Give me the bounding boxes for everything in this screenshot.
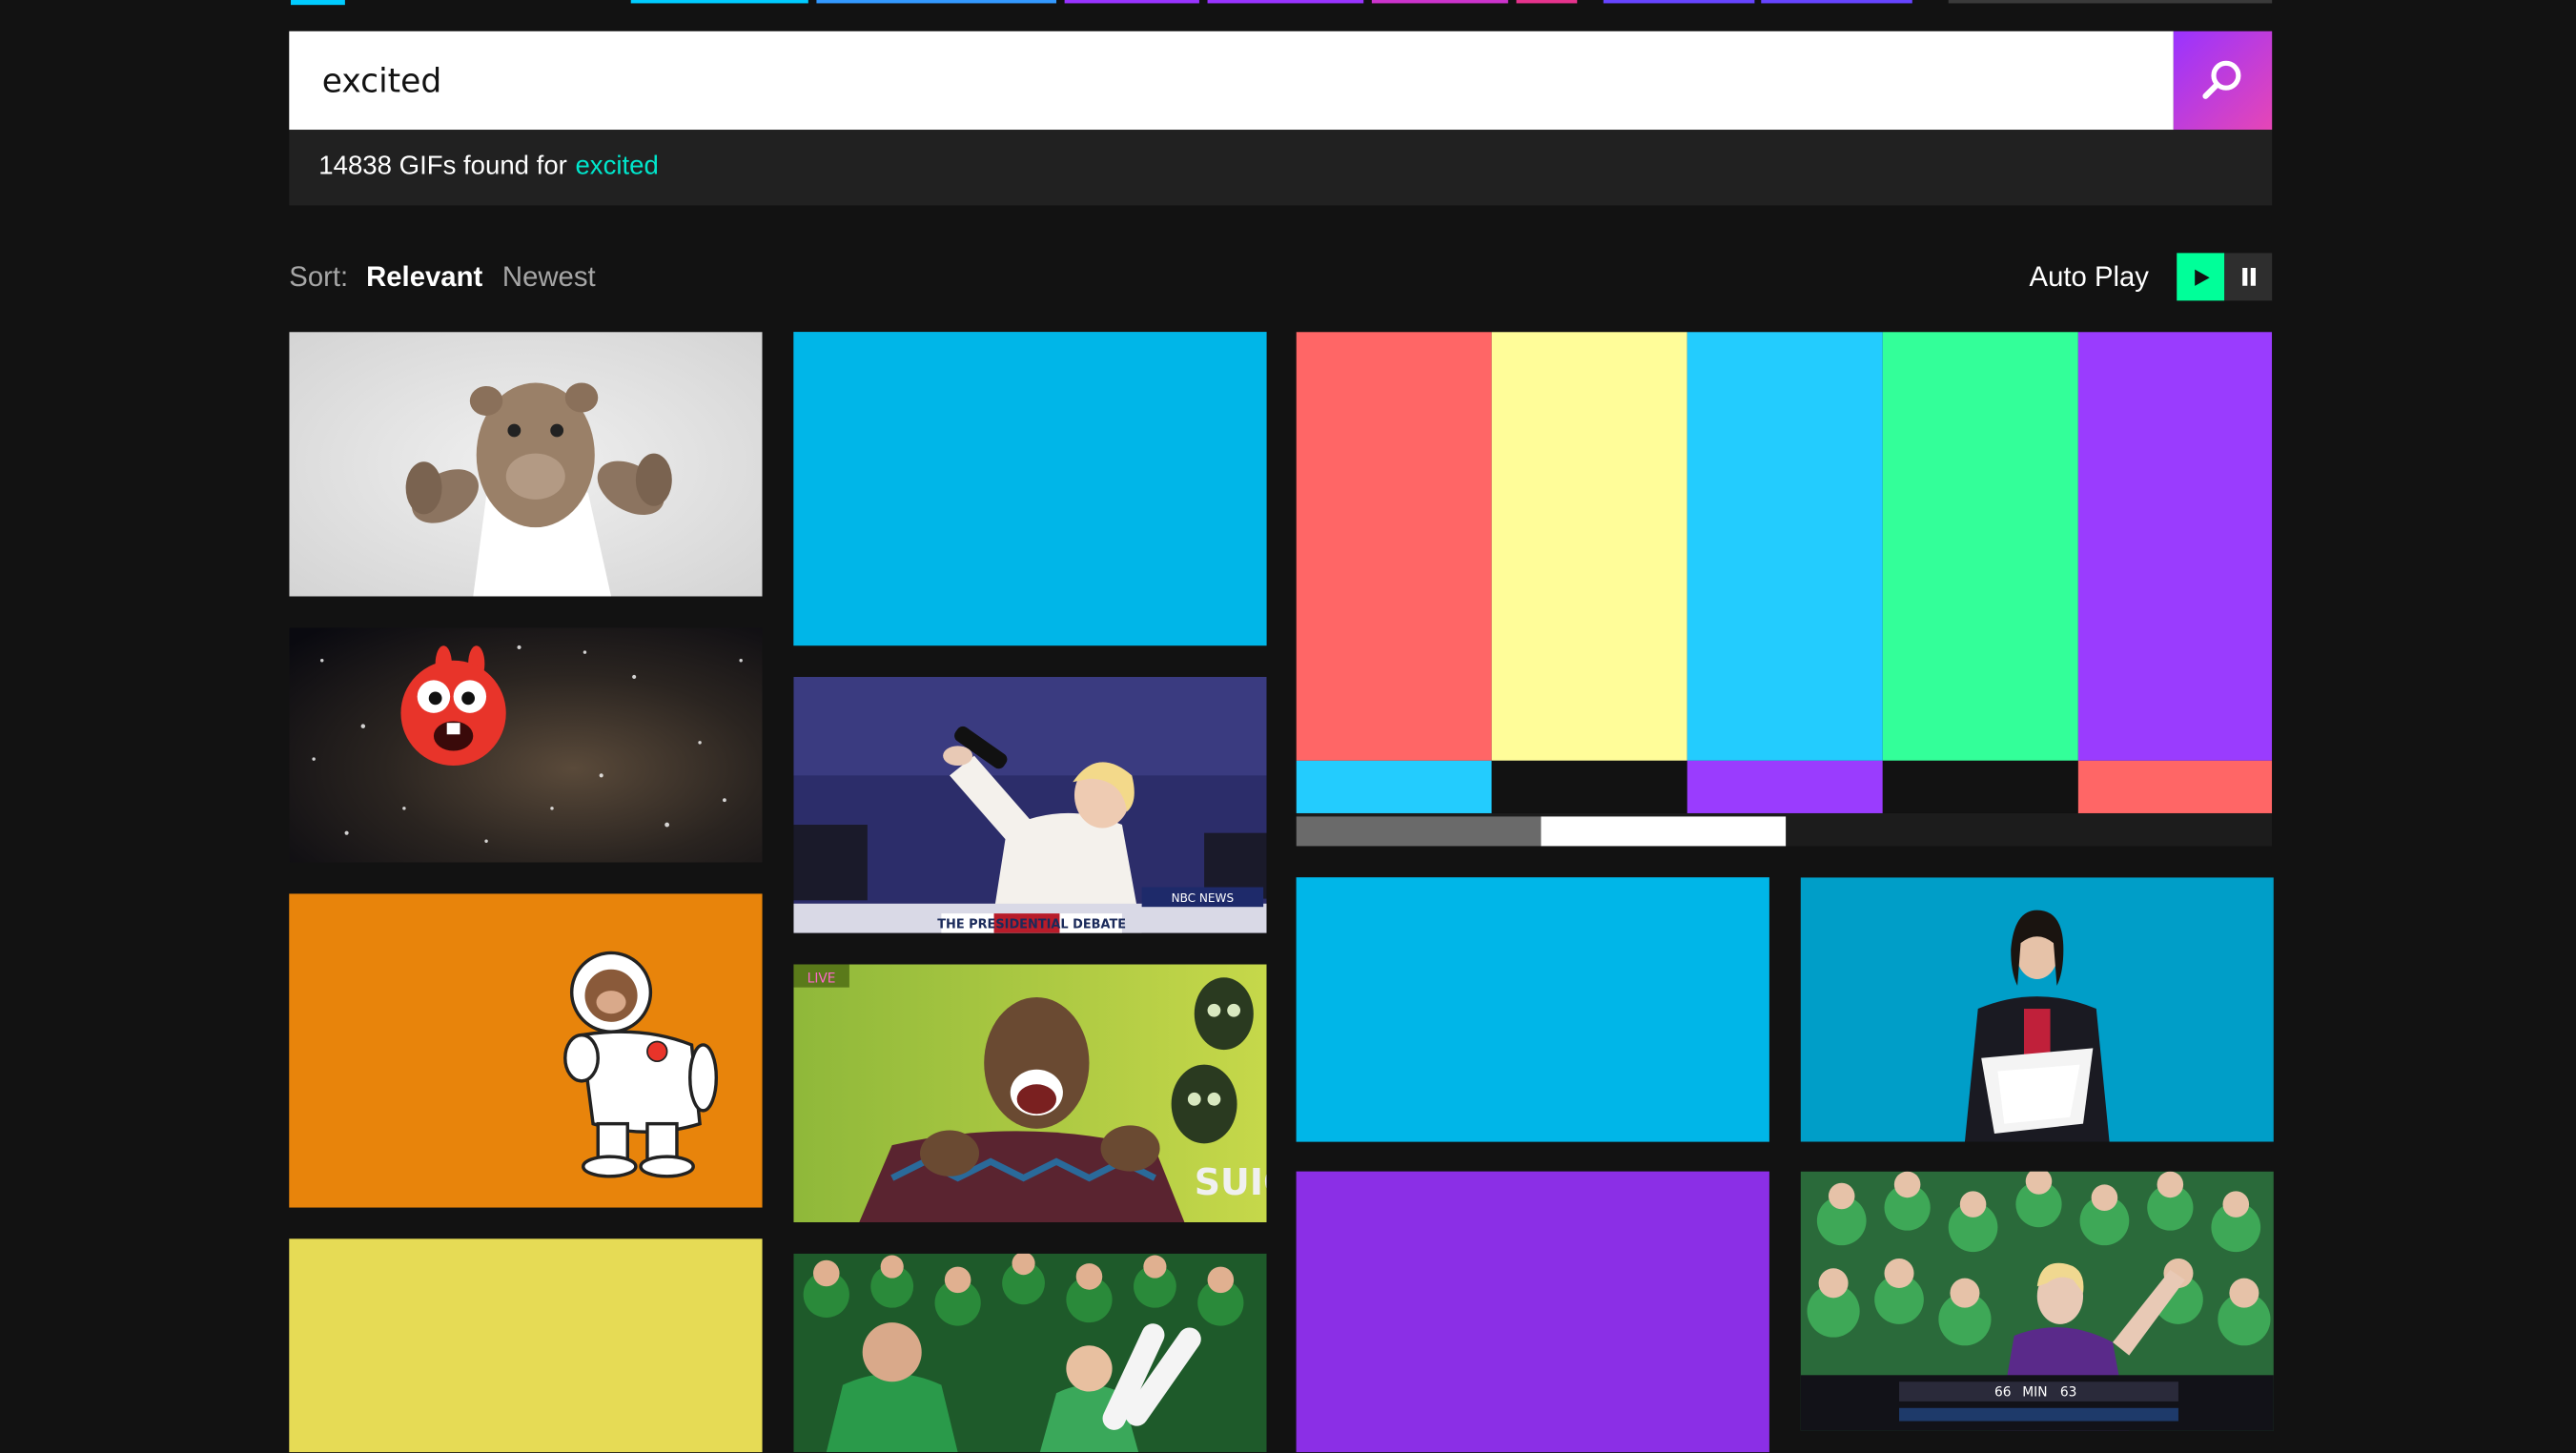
results-count: 14838 GIFs found for bbox=[318, 153, 567, 181]
results-search-term[interactable]: excited bbox=[575, 153, 658, 182]
nav-segment[interactable] bbox=[1064, 0, 1199, 4]
search-input[interactable] bbox=[289, 31, 2174, 131]
puppet-image bbox=[289, 332, 763, 597]
gif-tile-placeholder-blue[interactable] bbox=[1296, 877, 1769, 1142]
gif-tile-basketball-fans[interactable]: 66 MIN 63 bbox=[1800, 1171, 2274, 1431]
basketball-fans-image: 66 MIN 63 bbox=[1800, 1171, 2274, 1431]
gif-tile-crowd[interactable] bbox=[793, 1253, 1267, 1453]
sort-label: Sort: bbox=[289, 260, 349, 293]
astronaut-image bbox=[289, 893, 763, 1208]
poster-text: SUIC bbox=[1195, 1161, 1267, 1203]
debate-image: THE PRESIDENTIAL DEBATE NBC NEWS bbox=[793, 676, 1267, 933]
nav-segment[interactable] bbox=[1371, 0, 1508, 4]
gif-tile-space-creature[interactable] bbox=[289, 627, 763, 863]
autoplay-play-button[interactable] bbox=[2177, 253, 2225, 301]
test-pattern-image bbox=[1296, 332, 2273, 847]
autoplay-label: Auto Play bbox=[2029, 260, 2149, 293]
page: 14838 GIFs found for excited Sort: Relev… bbox=[0, 0, 2576, 1453]
nav-segment[interactable] bbox=[816, 0, 1057, 4]
debate-network-text: NBC NEWS bbox=[1172, 891, 1235, 905]
nav-segment[interactable] bbox=[1207, 0, 1364, 4]
gif-tile-astronaut[interactable] bbox=[289, 893, 763, 1208]
channel-badge-text: LIVE bbox=[808, 971, 836, 986]
nav-segment[interactable] bbox=[291, 0, 345, 6]
gif-tile-placeholder-blue[interactable] bbox=[793, 332, 1267, 646]
search-icon bbox=[2202, 60, 2241, 99]
laughing-man-image: LIVE SUIC bbox=[793, 964, 1267, 1223]
nav-segment[interactable] bbox=[1603, 0, 1755, 4]
sort-option-relevant[interactable]: Relevant bbox=[366, 261, 482, 294]
sort-option-newest[interactable]: Newest bbox=[502, 261, 596, 294]
results-summary: 14838 GIFs found for excited bbox=[289, 130, 2273, 206]
presenter-image bbox=[1800, 877, 2274, 1142]
gif-tile-presenter[interactable] bbox=[1800, 877, 2274, 1142]
sort-controls: Sort: Relevant Newest bbox=[289, 258, 615, 297]
scoreboard-score-2: 63 bbox=[2060, 1385, 2077, 1401]
gif-tile-placeholder-purple[interactable] bbox=[1296, 1171, 1769, 1453]
nav-segment[interactable] bbox=[1761, 0, 1912, 4]
debate-banner-text: THE PRESIDENTIAL DEBATE bbox=[937, 918, 1126, 932]
search-button[interactable] bbox=[2173, 31, 2273, 131]
space-creature-image bbox=[289, 627, 763, 863]
gif-tile-placeholder-yellow[interactable] bbox=[289, 1238, 763, 1453]
gif-tile-test-pattern[interactable] bbox=[1296, 332, 2273, 847]
play-icon bbox=[2194, 268, 2209, 285]
autoplay-pause-button[interactable] bbox=[2224, 253, 2273, 301]
gif-tile-debate[interactable]: THE PRESIDENTIAL DEBATE NBC NEWS bbox=[793, 676, 1267, 933]
gif-tile-puppet[interactable] bbox=[289, 332, 763, 597]
pause-icon bbox=[2241, 267, 2256, 286]
nav-segment[interactable] bbox=[1948, 0, 2273, 4]
crowd-image bbox=[793, 1253, 1267, 1453]
nav-segment[interactable] bbox=[630, 0, 808, 4]
gif-tile-laughing-man[interactable]: LIVE SUIC bbox=[793, 964, 1267, 1223]
nav-segment[interactable] bbox=[1516, 0, 1578, 4]
scoreboard-team: MIN bbox=[2022, 1385, 2047, 1401]
scoreboard-score-1: 66 bbox=[1994, 1385, 2012, 1401]
